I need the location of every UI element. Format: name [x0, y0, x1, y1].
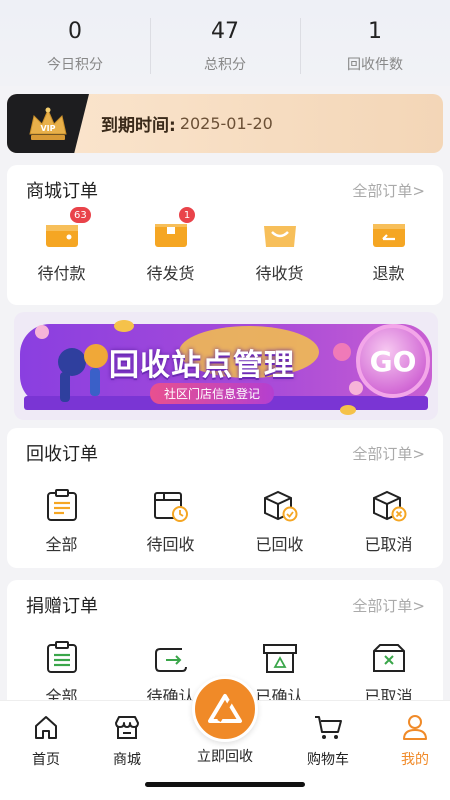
tab-shop[interactable]: 商城	[92, 713, 162, 769]
order-item-label: 待付款	[37, 264, 86, 283]
home-icon	[35, 716, 57, 739]
count-badge: 1	[178, 206, 196, 224]
cart-icon	[315, 716, 342, 739]
recycle-order-cancelled[interactable]: 已取消	[334, 486, 443, 555]
stat-total-points[interactable]: 47 总积分	[150, 0, 300, 86]
card-title: 回收订单	[26, 444, 98, 465]
banner-subtitle: 社区门店信息登记	[150, 383, 275, 404]
tab-label: 首页	[32, 752, 60, 768]
all-orders-link[interactable]: 全部订单>	[352, 443, 425, 464]
order-item-label: 待收货	[255, 264, 304, 283]
mall-order-refund[interactable]: 退款	[334, 215, 443, 284]
stat-today-points[interactable]: 0 今日积分	[0, 0, 150, 86]
banner-title: 回收站点管理	[109, 348, 295, 383]
recycle-order-pending[interactable]: 待回收	[116, 486, 225, 555]
box-cancel-icon	[334, 486, 443, 526]
order-item-label: 已回收	[255, 535, 304, 554]
vip-expiry-label: 到期时间:	[101, 116, 176, 136]
order-item-label: 退款	[372, 264, 405, 283]
order-item-label: 已取消	[364, 535, 413, 554]
package-receive-icon	[225, 215, 334, 255]
recycle-now-button[interactable]	[192, 676, 258, 742]
box-x-icon	[334, 638, 443, 678]
order-item-label: 全部	[45, 535, 78, 554]
donate-order-cancelled[interactable]: 已取消	[334, 638, 443, 707]
count-badge: 63	[69, 206, 92, 224]
all-orders-link[interactable]: 全部订单>	[352, 595, 425, 616]
list-icon	[7, 638, 116, 678]
box-check-icon	[225, 486, 334, 526]
banner-go-button[interactable]: GO	[356, 324, 430, 398]
clipboard-icon	[7, 486, 116, 526]
wallet-icon: 63	[7, 206, 116, 255]
box-recycle-icon	[225, 638, 334, 678]
recycle-order-all[interactable]: 全部	[7, 486, 116, 555]
tab-home[interactable]: 首页	[11, 713, 81, 769]
stat-value: 0	[68, 19, 82, 44]
recycle-orders-card: 回收订单 全部订单> 全部 待回收 已回收 已取消	[7, 428, 443, 568]
tab-label: 购物车	[307, 752, 349, 768]
tab-label: 商城	[113, 752, 141, 768]
donate-order-all[interactable]: 全部	[7, 638, 116, 707]
box-icon: 1	[116, 206, 225, 255]
svg-text:VIP: VIP	[40, 124, 55, 133]
all-orders-link[interactable]: 全部订单>	[352, 180, 425, 201]
stat-label: 回收件数	[347, 57, 403, 73]
card-title: 捐赠订单	[26, 596, 98, 617]
mall-order-pending-shipment[interactable]: 1 待发货	[116, 206, 225, 284]
vip-expiry-date: 2025-01-20	[179, 114, 273, 133]
order-item-label: 待回收	[146, 535, 195, 554]
refund-icon	[334, 215, 443, 255]
card-title: 商城订单	[26, 181, 98, 202]
vip-crown-icon: VIP	[7, 94, 89, 153]
mall-orders-card: 商城订单 全部订单> 63 待付款 1 待发货 待收货 退款	[7, 165, 443, 305]
tab-mine[interactable]: 我的	[380, 713, 450, 769]
recycle-now-label[interactable]: 立即回收	[185, 746, 265, 766]
stat-label: 总积分	[204, 57, 246, 73]
shop-icon	[115, 716, 139, 739]
wallet-arrow-icon	[116, 638, 225, 678]
vip-expiry-bar[interactable]: VIP 到期时间: 2025-01-20	[7, 94, 443, 153]
recycle-icon	[208, 694, 242, 723]
home-indicator[interactable]	[145, 782, 305, 787]
store-clock-icon	[116, 486, 225, 526]
stat-recycled-count[interactable]: 1 回收件数	[300, 0, 450, 86]
stat-label: 今日积分	[47, 57, 103, 73]
recycle-order-done[interactable]: 已回收	[225, 486, 334, 555]
tab-label: 我的	[401, 752, 429, 768]
stat-value: 47	[211, 19, 239, 44]
recycle-station-banner[interactable]: 回收站点管理 社区门店信息登记 GO	[14, 312, 438, 420]
stat-value: 1	[368, 19, 382, 44]
mall-order-pending-payment[interactable]: 63 待付款	[7, 206, 116, 284]
order-item-label: 待发货	[146, 264, 195, 283]
tab-cart[interactable]: 购物车	[293, 713, 363, 769]
points-summary: 0 今日积分 47 总积分 1 回收件数	[0, 0, 450, 86]
mall-order-pending-receipt[interactable]: 待收货	[225, 215, 334, 284]
user-icon	[403, 715, 427, 740]
